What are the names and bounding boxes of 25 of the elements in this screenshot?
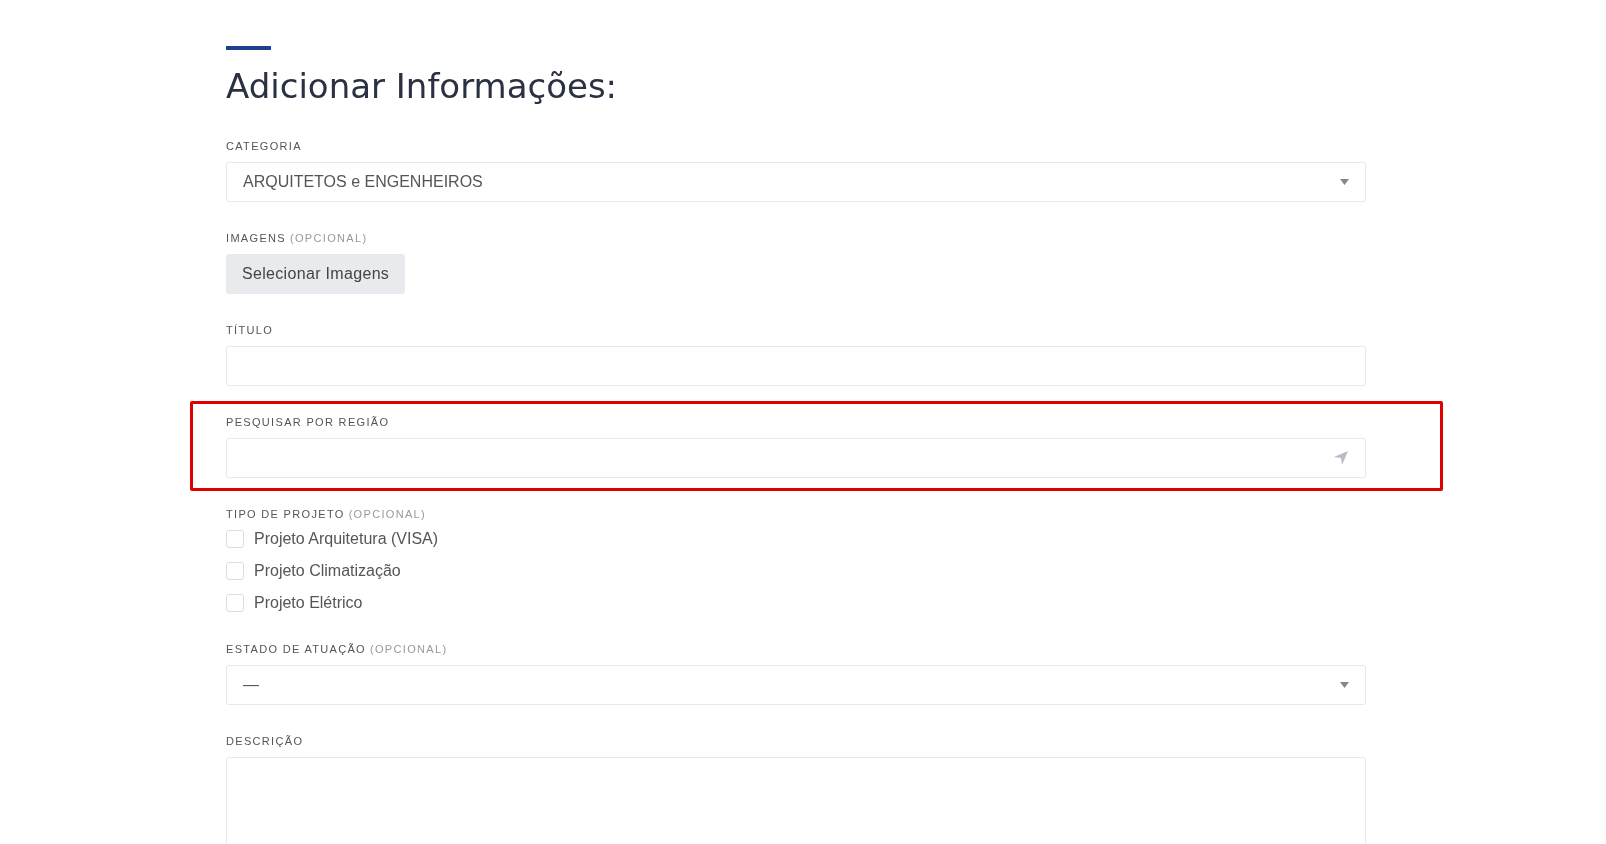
optional-note: (OPCIONAL)	[370, 642, 448, 656]
checkbox-label: Projeto Climatização	[254, 561, 401, 581]
checkbox-label: Projeto Elétrico	[254, 593, 363, 613]
select-field[interactable]: —	[226, 665, 1366, 705]
input-field[interactable]	[226, 438, 1366, 478]
location-arrow-icon	[1333, 450, 1349, 466]
field-label: IMAGENS	[226, 231, 286, 245]
checkbox[interactable]	[226, 530, 244, 548]
field-label: TÍTULO	[226, 323, 274, 337]
checkbox[interactable]	[226, 562, 244, 580]
checkbox[interactable]	[226, 594, 244, 612]
field-label: DESCRIÇÃO	[226, 734, 304, 748]
accent-bar	[226, 46, 271, 50]
caret-icon	[1340, 179, 1349, 185]
select-field[interactable]: ARQUITETOS e ENGENHEIROS	[226, 162, 1366, 202]
checkbox-label: Projeto Arquitetura (VISA)	[254, 529, 439, 549]
field-label: PESQUISAR POR REGIÃO	[226, 415, 390, 429]
select-images-button[interactable]: Selecionar Imagens	[226, 254, 406, 294]
caret-icon	[1340, 682, 1349, 688]
page-title: Adicionar Informações:	[226, 65, 619, 108]
field-label: TIPO DE PROJETO	[226, 507, 345, 521]
field-label: CATEGORIA	[226, 139, 302, 153]
field-label: ESTADO DE ATUAÇÃO	[226, 642, 366, 656]
optional-note: (OPCIONAL)	[290, 231, 368, 245]
optional-note: (OPCIONAL)	[348, 507, 426, 521]
